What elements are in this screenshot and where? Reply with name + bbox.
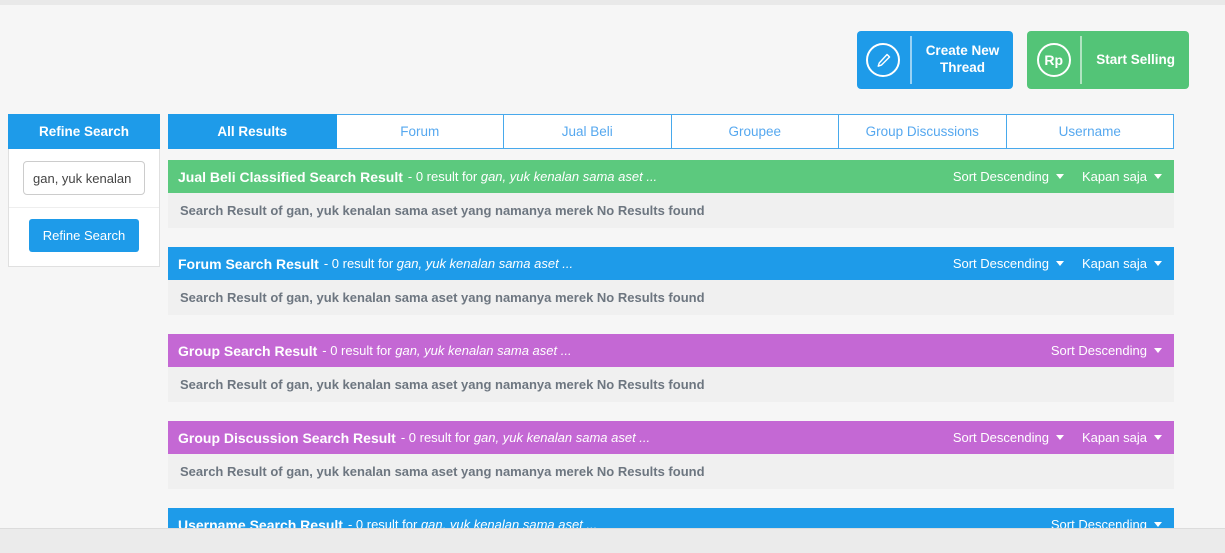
tab-forum[interactable]: Forum [336, 114, 504, 149]
refine-search-field-row [9, 149, 159, 208]
chevron-down-icon [1055, 174, 1064, 179]
sort-dropdown[interactable]: Sort Descending [953, 430, 1064, 445]
result-controls: Sort Descending Kapan saja [953, 256, 1162, 271]
result-body: Search Result of gan, yuk kenalan sama a… [168, 454, 1174, 489]
chevron-down-icon [1055, 435, 1064, 440]
time-filter-label: Kapan saja [1081, 169, 1147, 184]
footer-area [0, 529, 1225, 553]
sort-dropdown-label: Sort Descending [952, 430, 1049, 445]
refine-search-body: Refine Search [8, 149, 160, 267]
tab-jual-beli[interactable]: Jual Beli [504, 114, 672, 149]
chevron-down-icon [1154, 261, 1162, 266]
result-meta-prefix: - 0 result for [322, 343, 396, 358]
time-filter-dropdown[interactable]: Kapan saja [1082, 430, 1162, 445]
time-filter-label: Kapan saja [1081, 430, 1147, 445]
tab-group-discussions[interactable]: Group Discussions [839, 114, 1007, 149]
result-body: Search Result of gan, yuk kenalan sama a… [168, 193, 1174, 228]
result-title: Group Search Result [178, 342, 318, 359]
result-query: gan, yuk kenalan sama aset ... [480, 169, 658, 184]
result-block-forum: Forum Search Result - 0 result for gan, … [168, 247, 1174, 315]
result-title: Jual Beli Classified Search Result [178, 168, 403, 185]
create-new-thread-button[interactable]: Create New Thread [856, 31, 1014, 89]
sort-dropdown[interactable]: Sort Descending [953, 169, 1064, 184]
result-query: gan, yuk kenalan sama aset ... [473, 430, 651, 445]
sort-dropdown[interactable]: Sort Descending [953, 256, 1064, 271]
refine-search-submit-row: Refine Search [9, 208, 159, 266]
chevron-down-icon [1154, 174, 1162, 179]
search-tabs: All Results Forum Jual Beli Groupee Grou… [168, 114, 1174, 149]
search-results: Jual Beli Classified Search Result - 0 r… [168, 160, 1174, 553]
tab-all-results[interactable]: All Results [168, 114, 337, 149]
sort-dropdown-label: Sort Descending [952, 169, 1049, 184]
search-input[interactable] [23, 161, 145, 195]
pencil-icon [866, 43, 901, 77]
result-meta: - 0 result for gan, yuk kenalan sama ase… [322, 343, 571, 358]
result-controls: Sort Descending Kapan saja [953, 430, 1162, 445]
start-selling-icon-cell: Rp [1027, 31, 1080, 89]
rupiah-icon: Rp [1036, 43, 1071, 77]
tab-groupee[interactable]: Groupee [671, 114, 839, 149]
page-container: Create New Thread Rp Start Selling All R… [0, 5, 1225, 553]
time-filter-label: Kapan saja [1081, 256, 1147, 271]
header-actions: Create New Thread Rp Start Selling [856, 31, 1189, 89]
result-controls: Sort Descending Kapan saja [953, 169, 1162, 184]
result-header: Group Discussion Search Result - 0 resul… [168, 421, 1174, 454]
create-new-thread-label: Create New Thread [925, 43, 1000, 75]
result-query: gan, yuk kenalan sama aset ... [395, 343, 572, 358]
result-title: Forum Search Result [178, 255, 319, 272]
chevron-down-icon [1055, 261, 1064, 266]
start-selling-label: Start Selling [1096, 51, 1175, 67]
chevron-down-icon [1154, 522, 1162, 527]
result-header: Jual Beli Classified Search Result - 0 r… [168, 160, 1174, 193]
chevron-down-icon [1154, 435, 1162, 440]
result-controls: Sort Descending [1051, 343, 1162, 358]
result-meta-prefix: - 0 result for [323, 256, 397, 271]
sort-dropdown[interactable]: Sort Descending [1051, 343, 1162, 358]
sort-dropdown-label: Sort Descending [952, 256, 1049, 271]
result-body: Search Result of gan, yuk kenalan sama a… [168, 367, 1174, 402]
result-header: Group Search Result - 0 result for gan, … [168, 334, 1174, 367]
sort-dropdown-label: Sort Descending [1050, 343, 1147, 358]
result-meta: - 0 result for gan, yuk kenalan sama ase… [408, 169, 657, 184]
tab-username[interactable]: Username [1006, 114, 1174, 149]
time-filter-dropdown[interactable]: Kapan saja [1082, 256, 1162, 271]
result-block-group: Group Search Result - 0 result for gan, … [168, 334, 1174, 402]
refine-search-button[interactable]: Refine Search [28, 219, 140, 252]
result-body: Search Result of gan, yuk kenalan sama a… [168, 280, 1174, 315]
refine-search-sidebar: Refine Search Refine Search [8, 114, 160, 267]
create-thread-icon-cell [857, 31, 910, 89]
chevron-down-icon [1154, 348, 1162, 353]
refine-search-header[interactable]: Refine Search [8, 114, 160, 149]
result-title: Group Discussion Search Result [178, 429, 396, 446]
time-filter-dropdown[interactable]: Kapan saja [1082, 169, 1162, 184]
result-meta: - 0 result for gan, yuk kenalan sama ase… [324, 256, 573, 271]
result-meta: - 0 result for gan, yuk kenalan sama ase… [401, 430, 650, 445]
result-block-jual-beli: Jual Beli Classified Search Result - 0 r… [168, 160, 1174, 228]
result-header: Forum Search Result - 0 result for gan, … [168, 247, 1174, 280]
result-query: gan, yuk kenalan sama aset ... [396, 256, 574, 271]
result-block-group-discussion: Group Discussion Search Result - 0 resul… [168, 421, 1174, 489]
start-selling-button[interactable]: Rp Start Selling [1027, 31, 1189, 89]
result-meta-prefix: - 0 result for [400, 430, 474, 445]
result-meta-prefix: - 0 result for [407, 169, 481, 184]
